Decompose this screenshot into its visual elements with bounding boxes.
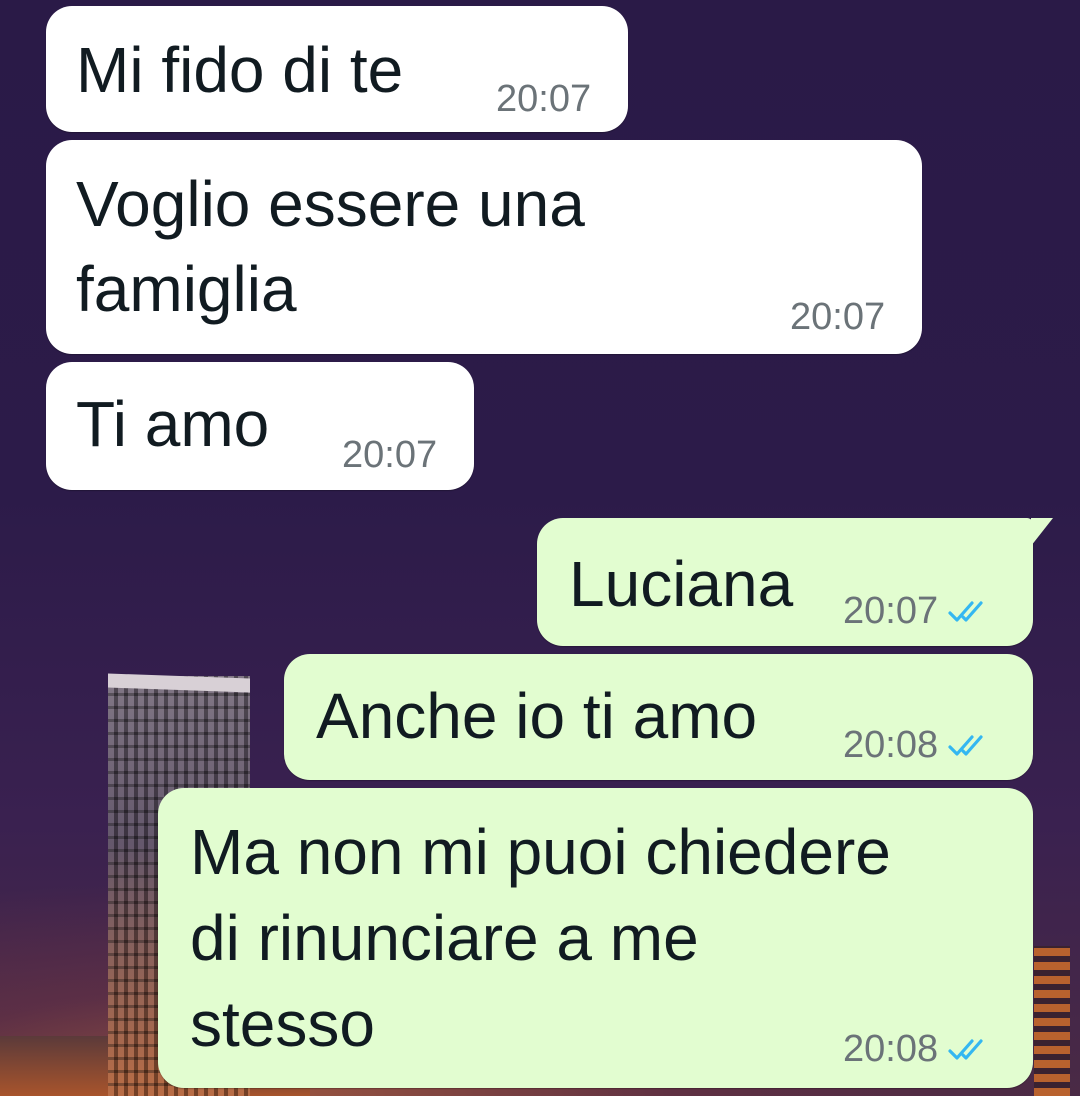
message-text-line: famiglia — [76, 253, 297, 325]
bubble-tail — [1031, 518, 1053, 546]
message-meta: 20:07 — [342, 434, 437, 477]
message-text: Ti amo — [76, 388, 270, 460]
skyline-building — [1034, 946, 1070, 1096]
message-meta: 20:08 — [843, 1028, 992, 1071]
message-meta: 20:08 — [843, 724, 992, 767]
double-check-icon — [948, 600, 983, 622]
message-time: 20:07 — [342, 434, 438, 476]
incoming-message[interactable]: Voglio essere una famiglia 20:07 — [46, 140, 922, 354]
message-meta: 20:07 — [496, 78, 591, 121]
double-check-icon — [948, 734, 983, 756]
incoming-message[interactable]: Mi fido di te 20:07 — [46, 6, 628, 132]
message-meta: 20:07 — [790, 296, 885, 339]
message-text-line: di rinunciare a me — [190, 902, 699, 974]
message-text-line: Voglio essere una — [76, 168, 585, 240]
incoming-message[interactable]: Ti amo 20:07 — [46, 362, 474, 490]
message-text: Luciana — [569, 548, 794, 620]
message-text: Mi fido di te — [76, 34, 404, 106]
message-time: 20:08 — [843, 724, 939, 766]
message-text-line: Ma non mi puoi chiedere — [190, 816, 891, 888]
outgoing-message[interactable]: Anche io ti amo 20:08 — [284, 654, 1033, 780]
message-meta: 20:07 — [843, 590, 992, 633]
message-text: Anche io ti amo — [316, 680, 758, 752]
outgoing-message[interactable]: Ma non mi puoi chiedere di rinunciare a … — [158, 788, 1033, 1088]
outgoing-message[interactable]: Luciana 20:07 — [537, 518, 1053, 646]
message-time: 20:07 — [843, 590, 939, 632]
double-check-icon — [948, 1038, 983, 1060]
message-time: 20:08 — [843, 1028, 939, 1070]
message-time: 20:07 — [496, 78, 592, 120]
message-time: 20:07 — [790, 296, 886, 338]
skyline-building — [0, 1036, 120, 1096]
message-text-line: stesso — [190, 988, 375, 1060]
